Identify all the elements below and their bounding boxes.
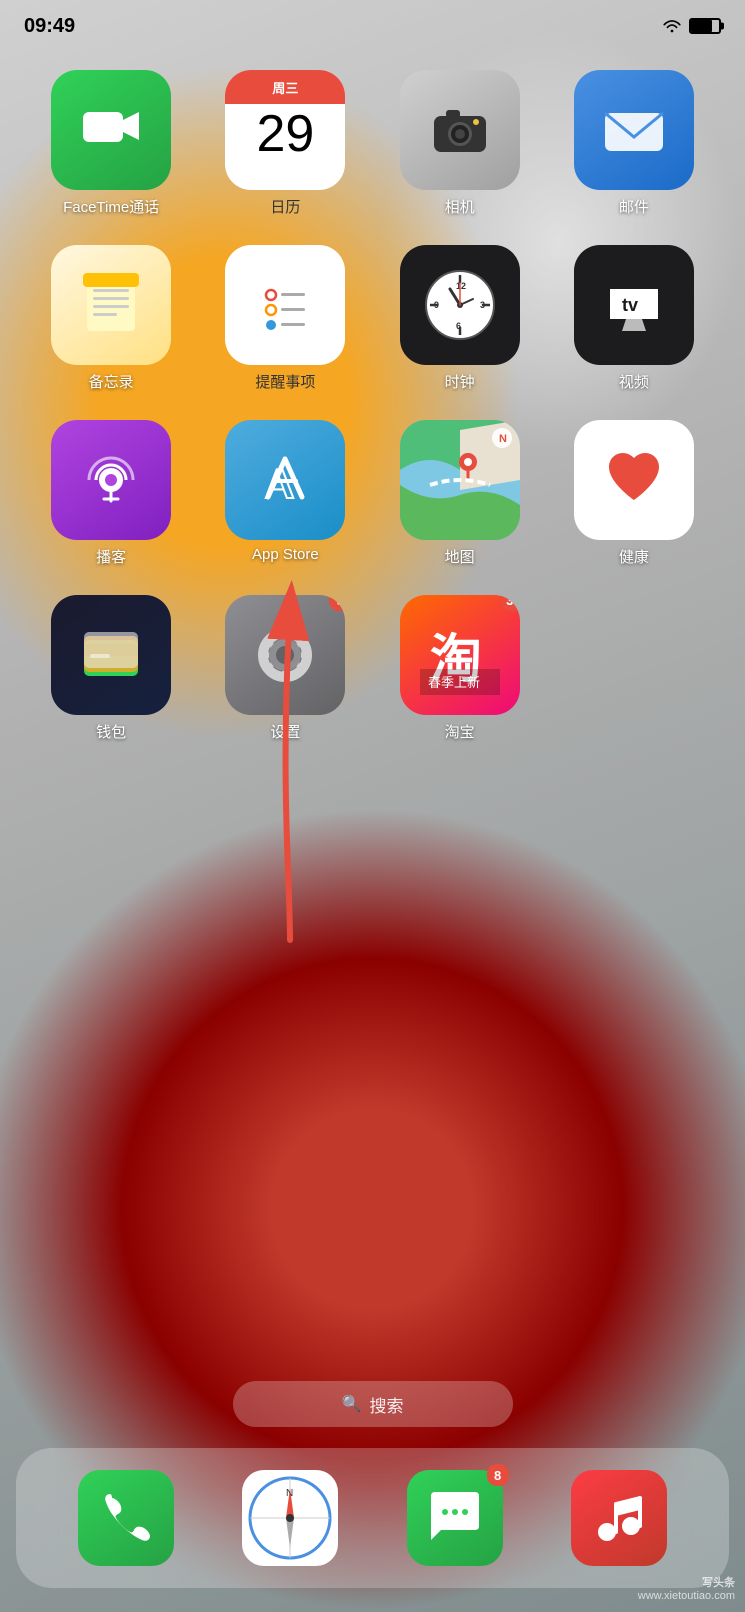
svg-text:春季上新: 春季上新	[428, 675, 480, 690]
health-icon-graphic	[599, 445, 669, 515]
app-notes[interactable]: 备忘录	[24, 245, 198, 392]
appstore-label: App Store	[252, 546, 319, 563]
search-label: 搜索	[369, 1392, 403, 1417]
tv-icon-graphic: tv	[602, 273, 666, 337]
app-reminders[interactable]: 提醒事项	[198, 245, 372, 392]
podcasts-icon-graphic	[76, 445, 146, 515]
app-grid: FaceTime通话 周三 29 日历 相机	[0, 70, 745, 742]
wallet-icon-graphic	[76, 620, 146, 690]
tv-label: 视频	[619, 371, 649, 392]
calendar-label: 日历	[270, 196, 300, 217]
dock-phone[interactable]	[78, 1470, 174, 1566]
settings-label: 设置	[270, 721, 300, 742]
dock-music[interactable]	[571, 1470, 667, 1566]
settings-icon-graphic	[249, 619, 321, 691]
status-bar: 09:49	[0, 0, 745, 52]
settings-badge: 3	[329, 595, 345, 611]
app-calendar[interactable]: 周三 29 日历	[198, 70, 372, 217]
svg-text:12: 12	[456, 281, 466, 291]
app-empty	[547, 595, 721, 742]
camera-label: 相机	[445, 196, 475, 217]
svg-text:3: 3	[480, 300, 485, 310]
app-camera[interactable]: 相机	[373, 70, 547, 217]
facetime-label: FaceTime通话	[63, 196, 159, 217]
status-icons	[661, 18, 721, 34]
mail-icon-graphic	[599, 95, 669, 165]
dock-safari[interactable]: N	[242, 1470, 338, 1566]
clock-label: 时钟	[445, 371, 475, 392]
phone-icon-graphic	[98, 1490, 154, 1546]
svg-text:6: 6	[456, 321, 461, 331]
app-taobao[interactable]: 淘 春季上新 35 淘宝	[373, 595, 547, 742]
notes-icon-graphic	[79, 273, 143, 337]
search-bar[interactable]: 🔍 搜索	[233, 1381, 513, 1427]
watermark: 写头条 www.xietoutiao.com	[638, 1574, 735, 1602]
messages-badge: 8	[487, 1464, 509, 1486]
battery-icon	[689, 18, 721, 34]
appstore-icon-graphic: 𝔸	[250, 445, 320, 515]
app-mail[interactable]: 邮件	[547, 70, 721, 217]
taobao-badge: 35	[501, 595, 519, 611]
safari-icon-graphic: N	[242, 1470, 338, 1566]
search-icon: 🔍	[342, 1394, 362, 1414]
reminders-label: 提醒事项	[255, 371, 315, 392]
taobao-icon-graphic: 淘 春季上新	[420, 615, 500, 695]
maps-label: 地图	[445, 546, 475, 567]
app-settings[interactable]: 3 设置	[198, 595, 372, 742]
dock: N 8	[16, 1448, 729, 1588]
reminders-icon-graphic	[253, 273, 317, 337]
wifi-icon	[661, 18, 683, 34]
messages-icon-graphic	[425, 1488, 485, 1548]
taobao-label: 淘宝	[445, 721, 475, 742]
app-clock[interactable]: 12 6 9 3 时钟	[373, 245, 547, 392]
app-maps[interactable]: N 地图	[373, 420, 547, 567]
svg-text:9: 9	[434, 300, 439, 310]
status-time: 09:49	[24, 15, 75, 38]
mail-label: 邮件	[619, 196, 649, 217]
app-appstore[interactable]: 𝔸 App Store	[198, 420, 372, 567]
app-health[interactable]: 健康	[547, 420, 721, 567]
facetime-icon-graphic	[79, 98, 143, 162]
notes-label: 备忘录	[89, 371, 134, 392]
app-podcasts[interactable]: 播客	[24, 420, 198, 567]
dock-messages[interactable]: 8	[407, 1470, 503, 1566]
app-wallet[interactable]: 钱包	[24, 595, 198, 742]
app-tv[interactable]: tv 视频	[547, 245, 721, 392]
calendar-day: 29	[256, 108, 314, 160]
podcasts-label: 播客	[96, 546, 126, 567]
svg-text:N: N	[499, 433, 507, 445]
svg-text:N: N	[286, 1488, 293, 1499]
maps-icon-graphic: N	[400, 420, 520, 540]
camera-icon-graphic	[428, 98, 492, 162]
app-facetime[interactable]: FaceTime通话	[24, 70, 198, 217]
music-icon-graphic	[589, 1488, 649, 1548]
health-label: 健康	[619, 546, 649, 567]
clock-icon-graphic: 12 6 9 3	[420, 265, 500, 345]
svg-text:tv: tv	[622, 295, 638, 315]
wallet-label: 钱包	[96, 721, 126, 742]
calendar-weekday: 周三	[225, 70, 345, 104]
